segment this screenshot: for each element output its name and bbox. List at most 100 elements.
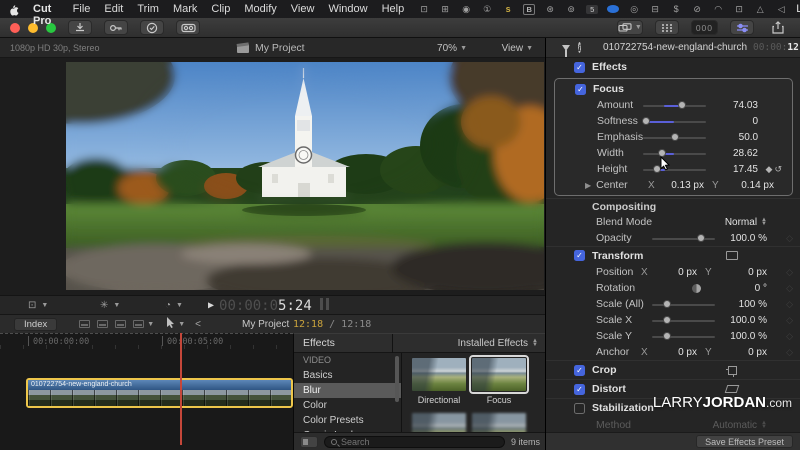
position-y-value[interactable]: 0 px	[715, 267, 767, 278]
softness-slider[interactable]	[643, 117, 706, 126]
viewer-view-menu[interactable]: View▼	[502, 38, 533, 58]
anchor-y-value[interactable]: 0 px	[715, 347, 767, 358]
menu-help[interactable]: Help	[382, 3, 405, 15]
anchor-x-value[interactable]: 0 px	[651, 347, 697, 358]
menu-modify[interactable]: Modify	[244, 3, 276, 15]
scale-all-slider[interactable]	[652, 300, 715, 309]
blend-mode-popup[interactable]: Normal ▲▼	[725, 217, 767, 228]
softness-value[interactable]: 0	[716, 116, 758, 127]
effect-thumb-row2-left[interactable]	[412, 413, 466, 433]
category-color-presets[interactable]: Color Presets	[294, 413, 401, 428]
eject-icon[interactable]: △	[754, 4, 766, 15]
distort-checkbox[interactable]: ✓	[574, 384, 585, 395]
category-color[interactable]: Color	[294, 398, 401, 413]
width-value[interactable]: 28.62	[716, 148, 758, 159]
sidebar-toggle-button[interactable]	[300, 436, 318, 448]
center-x-value[interactable]: 0.13 px	[658, 180, 704, 191]
height-slider[interactable]	[643, 165, 706, 174]
emphasis-slider[interactable]	[643, 133, 706, 142]
airplay-display-icon[interactable]: ⊡	[733, 4, 745, 15]
clip-connect-menu-button[interactable]: ▼	[617, 20, 643, 35]
effect-thumb-directional[interactable]	[412, 358, 466, 391]
opacity-value[interactable]: 100.0 %	[725, 233, 767, 244]
effects-search-field[interactable]	[324, 436, 505, 448]
effects-browser-toggle-button[interactable]	[730, 20, 754, 35]
scale-x-slider[interactable]	[652, 316, 715, 325]
filter-inspector-icon[interactable]	[562, 45, 570, 51]
transform-onscreen-icon[interactable]	[726, 251, 738, 260]
scale-x-value[interactable]: 100.0 %	[725, 315, 767, 326]
screen-recording-icon[interactable]: ⊡	[418, 4, 430, 15]
retime-tool-menu[interactable]: ◔▼	[165, 296, 183, 315]
background-tasks-button[interactable]	[140, 20, 164, 35]
app-menu-final-cut-pro[interactable]: Final Cut Pro	[33, 0, 59, 27]
stabilization-checkbox[interactable]: ✓	[574, 403, 585, 414]
browser-grid-button[interactable]	[655, 20, 679, 35]
viewer-canvas[interactable]	[0, 58, 545, 295]
save-effects-preset-button[interactable]: Save Effects Preset	[696, 435, 793, 448]
apple-icon[interactable]	[8, 3, 19, 16]
category-blur-selected[interactable]: Blur	[294, 383, 401, 398]
category-list-scrollbar[interactable]	[395, 356, 399, 402]
clip-appearance-icon-1[interactable]	[79, 320, 90, 328]
effect-thumb-row2-right[interactable]	[472, 413, 526, 433]
center-disclosure-icon[interactable]: ▶	[585, 181, 591, 190]
category-basics[interactable]: Basics	[294, 368, 401, 383]
search-input[interactable]	[341, 437, 498, 447]
opacity-slider[interactable]	[652, 234, 715, 243]
width-slider[interactable]	[643, 149, 706, 158]
bartender-icon[interactable]: B	[523, 4, 535, 15]
viewer-zoom-menu[interactable]: 70%▼	[437, 38, 467, 58]
media-import-camera-button[interactable]	[176, 20, 200, 35]
effect-thumb-focus[interactable]	[472, 358, 526, 391]
audio-meters-icon[interactable]	[317, 298, 329, 314]
installed-effects-filter-menu[interactable]: Installed Effects ▲▼	[458, 338, 545, 349]
currency-status-icon[interactable]: $	[670, 4, 682, 14]
keyword-editor-button[interactable]	[104, 20, 128, 35]
scale-all-value[interactable]: 100 %	[725, 299, 767, 310]
box-sync-icon[interactable]: ⊛	[544, 4, 556, 15]
skitch-icon[interactable]: s	[502, 4, 514, 14]
menu-file[interactable]: File	[73, 3, 91, 15]
height-value[interactable]: 17.45	[716, 164, 758, 175]
shield-badge-icon[interactable]: 5	[586, 5, 598, 14]
menu-mark[interactable]: Mark	[173, 3, 197, 15]
opera-status-icon[interactable]: ⊚	[565, 4, 577, 15]
timeline-project-tab[interactable]: My Project	[242, 319, 289, 330]
viewer-video-frame[interactable]	[66, 62, 544, 290]
amount-slider[interactable]	[643, 101, 706, 110]
menu-edit[interactable]: Edit	[104, 3, 123, 15]
menu-view[interactable]: View	[291, 3, 315, 15]
volume-icon[interactable]: ◁	[775, 4, 787, 15]
skimmer-toggle-icon[interactable]: <	[195, 319, 201, 330]
clip-appearance-icon-3[interactable]	[115, 320, 126, 328]
amount-value[interactable]: 74.03	[716, 100, 758, 111]
transform-checkbox[interactable]: ✓	[574, 250, 585, 261]
emphasis-value[interactable]: 50.0	[716, 132, 758, 143]
clip-appearance-icon-2[interactable]	[97, 320, 108, 328]
playhead[interactable]	[180, 333, 182, 445]
menu-trim[interactable]: Trim	[137, 3, 159, 15]
scale-y-slider[interactable]	[652, 332, 715, 341]
transform-crop-tool-menu[interactable]: ⊡▼	[28, 296, 48, 315]
displays-status-icon[interactable]: ⊟	[649, 4, 661, 15]
import-media-button[interactable]	[68, 20, 92, 35]
timeline-ruler[interactable]: 00:00:00:00 00:00:05:00	[0, 333, 293, 349]
rotation-value[interactable]: 0 °	[725, 283, 767, 294]
rotation-dial[interactable]	[692, 284, 701, 293]
time-machine-icon[interactable]: ⊘	[691, 4, 703, 15]
select-tool-menu[interactable]	[166, 317, 175, 331]
onepassword-icon[interactable]: ①	[481, 4, 493, 15]
background-tasks-indicator[interactable]: 000	[691, 20, 718, 35]
camera-status-icon[interactable]: ◉	[460, 4, 472, 15]
menubar-user[interactable]: Larry	[796, 3, 800, 15]
share-button[interactable]	[766, 20, 790, 35]
timeline-index-button[interactable]: Index	[14, 318, 57, 331]
crop-onscreen-icon[interactable]	[728, 366, 737, 375]
clip-appearance-menu[interactable]	[133, 320, 144, 328]
height-keyframe-reset-icons[interactable]: ◆↺	[758, 164, 784, 175]
crop-checkbox[interactable]: ✓	[574, 365, 585, 376]
position-x-value[interactable]: 0 px	[651, 267, 697, 278]
info-inspector-icon[interactable]: i	[578, 42, 581, 53]
center-y-value[interactable]: 0.14 px	[722, 180, 774, 191]
